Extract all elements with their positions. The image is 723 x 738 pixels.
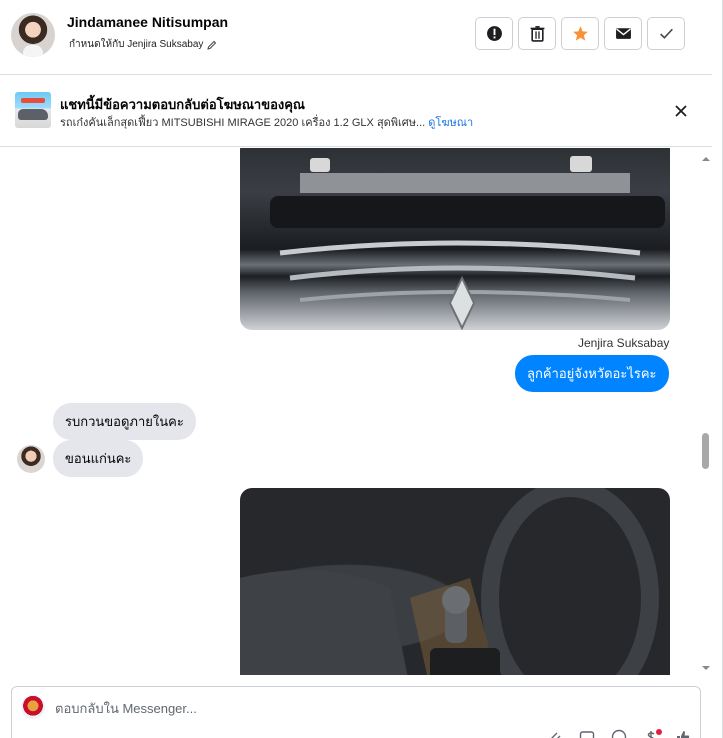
page-avatar — [21, 695, 45, 719]
engine-photo-illustration — [270, 156, 665, 330]
gif-button[interactable] — [578, 729, 596, 738]
ad-banner-title: แชทนี้มีข้อความตอบกลับต่อโฆษณาของคุณ — [60, 97, 305, 112]
follow-up-button[interactable] — [561, 17, 599, 50]
message-thread: Jenjira Suksabay ลูกค้าอยู่จังหวัดอะไรคะ… — [0, 148, 712, 675]
close-icon — [675, 105, 687, 117]
envelope-icon — [615, 28, 631, 39]
header-actions — [475, 17, 685, 50]
messenger-inbox-conversation: Jindamanee Nitisumpan กำหนดให้กับ Jenjir… — [0, 0, 723, 738]
mark-unread-button[interactable] — [604, 17, 642, 50]
gif-icon — [579, 731, 595, 738]
sender-name: Jenjira Suksabay — [578, 336, 670, 350]
contact-avatar-small[interactable] — [17, 445, 45, 473]
interior-photo-illustration — [240, 488, 659, 675]
paperclip-icon — [551, 732, 561, 738]
smiley-icon — [611, 729, 627, 738]
assigned-text: กำหนดให้กับ Jenjira Suksabay — [69, 39, 204, 50]
scrollbar-thumb[interactable] — [702, 433, 709, 469]
scroll-down-arrow[interactable] — [701, 660, 711, 670]
mark-done-button[interactable] — [647, 17, 685, 50]
incoming-message[interactable]: ขอนแก่นคะ — [53, 440, 144, 477]
reply-composer — [11, 686, 701, 738]
trash-icon — [530, 26, 544, 42]
contact-avatar[interactable] — [11, 13, 55, 57]
ad-banner-subtitle: รถเก๋งคันเล็กสุดเฟี้ยว MITSUBISHI MIRAGE… — [60, 113, 473, 131]
view-ad-link[interactable]: ดูโฆษณา — [428, 117, 473, 129]
car-interior-photo[interactable] — [240, 488, 670, 675]
like-button[interactable] — [674, 729, 692, 738]
chevron-down-icon — [702, 666, 710, 670]
contact-name[interactable]: Jindamanee Nitisumpan — [67, 14, 228, 30]
assignee-row[interactable]: กำหนดให้กับ Jenjira Suksabay — [69, 37, 217, 52]
ad-thumbnail[interactable] — [15, 92, 51, 128]
report-spam-button[interactable] — [475, 17, 513, 50]
composer-tools — [546, 729, 692, 738]
thumbs-up-icon — [677, 731, 690, 738]
star-icon — [572, 26, 588, 41]
checkmark-icon — [659, 28, 673, 39]
outgoing-message[interactable]: ลูกค้าอยู่จังหวัดอะไรคะ — [515, 355, 669, 392]
chevron-up-icon — [702, 157, 710, 161]
attach-button[interactable] — [546, 729, 564, 738]
emoji-button[interactable] — [610, 729, 628, 738]
notification-dot — [656, 729, 662, 735]
reply-input[interactable] — [55, 701, 655, 716]
ad-description: รถเก๋งคันเล็กสุดเฟี้ยว MITSUBISHI MIRAGE… — [60, 117, 426, 129]
delete-button[interactable] — [518, 17, 556, 50]
incoming-message[interactable]: รบกวนขอดูภายในคะ — [53, 403, 196, 440]
ad-reply-banner: แชทนี้มีข้อความตอบกลับต่อโฆษณาของคุณ รถเ… — [0, 75, 712, 147]
pencil-icon[interactable] — [207, 40, 217, 50]
car-engine-photo[interactable] — [240, 148, 670, 330]
scroll-up-arrow[interactable] — [701, 151, 711, 161]
exclamation-icon — [486, 26, 502, 41]
close-banner-button[interactable] — [670, 100, 692, 122]
conversation-header: Jindamanee Nitisumpan กำหนดให้กับ Jenjir… — [0, 0, 712, 75]
